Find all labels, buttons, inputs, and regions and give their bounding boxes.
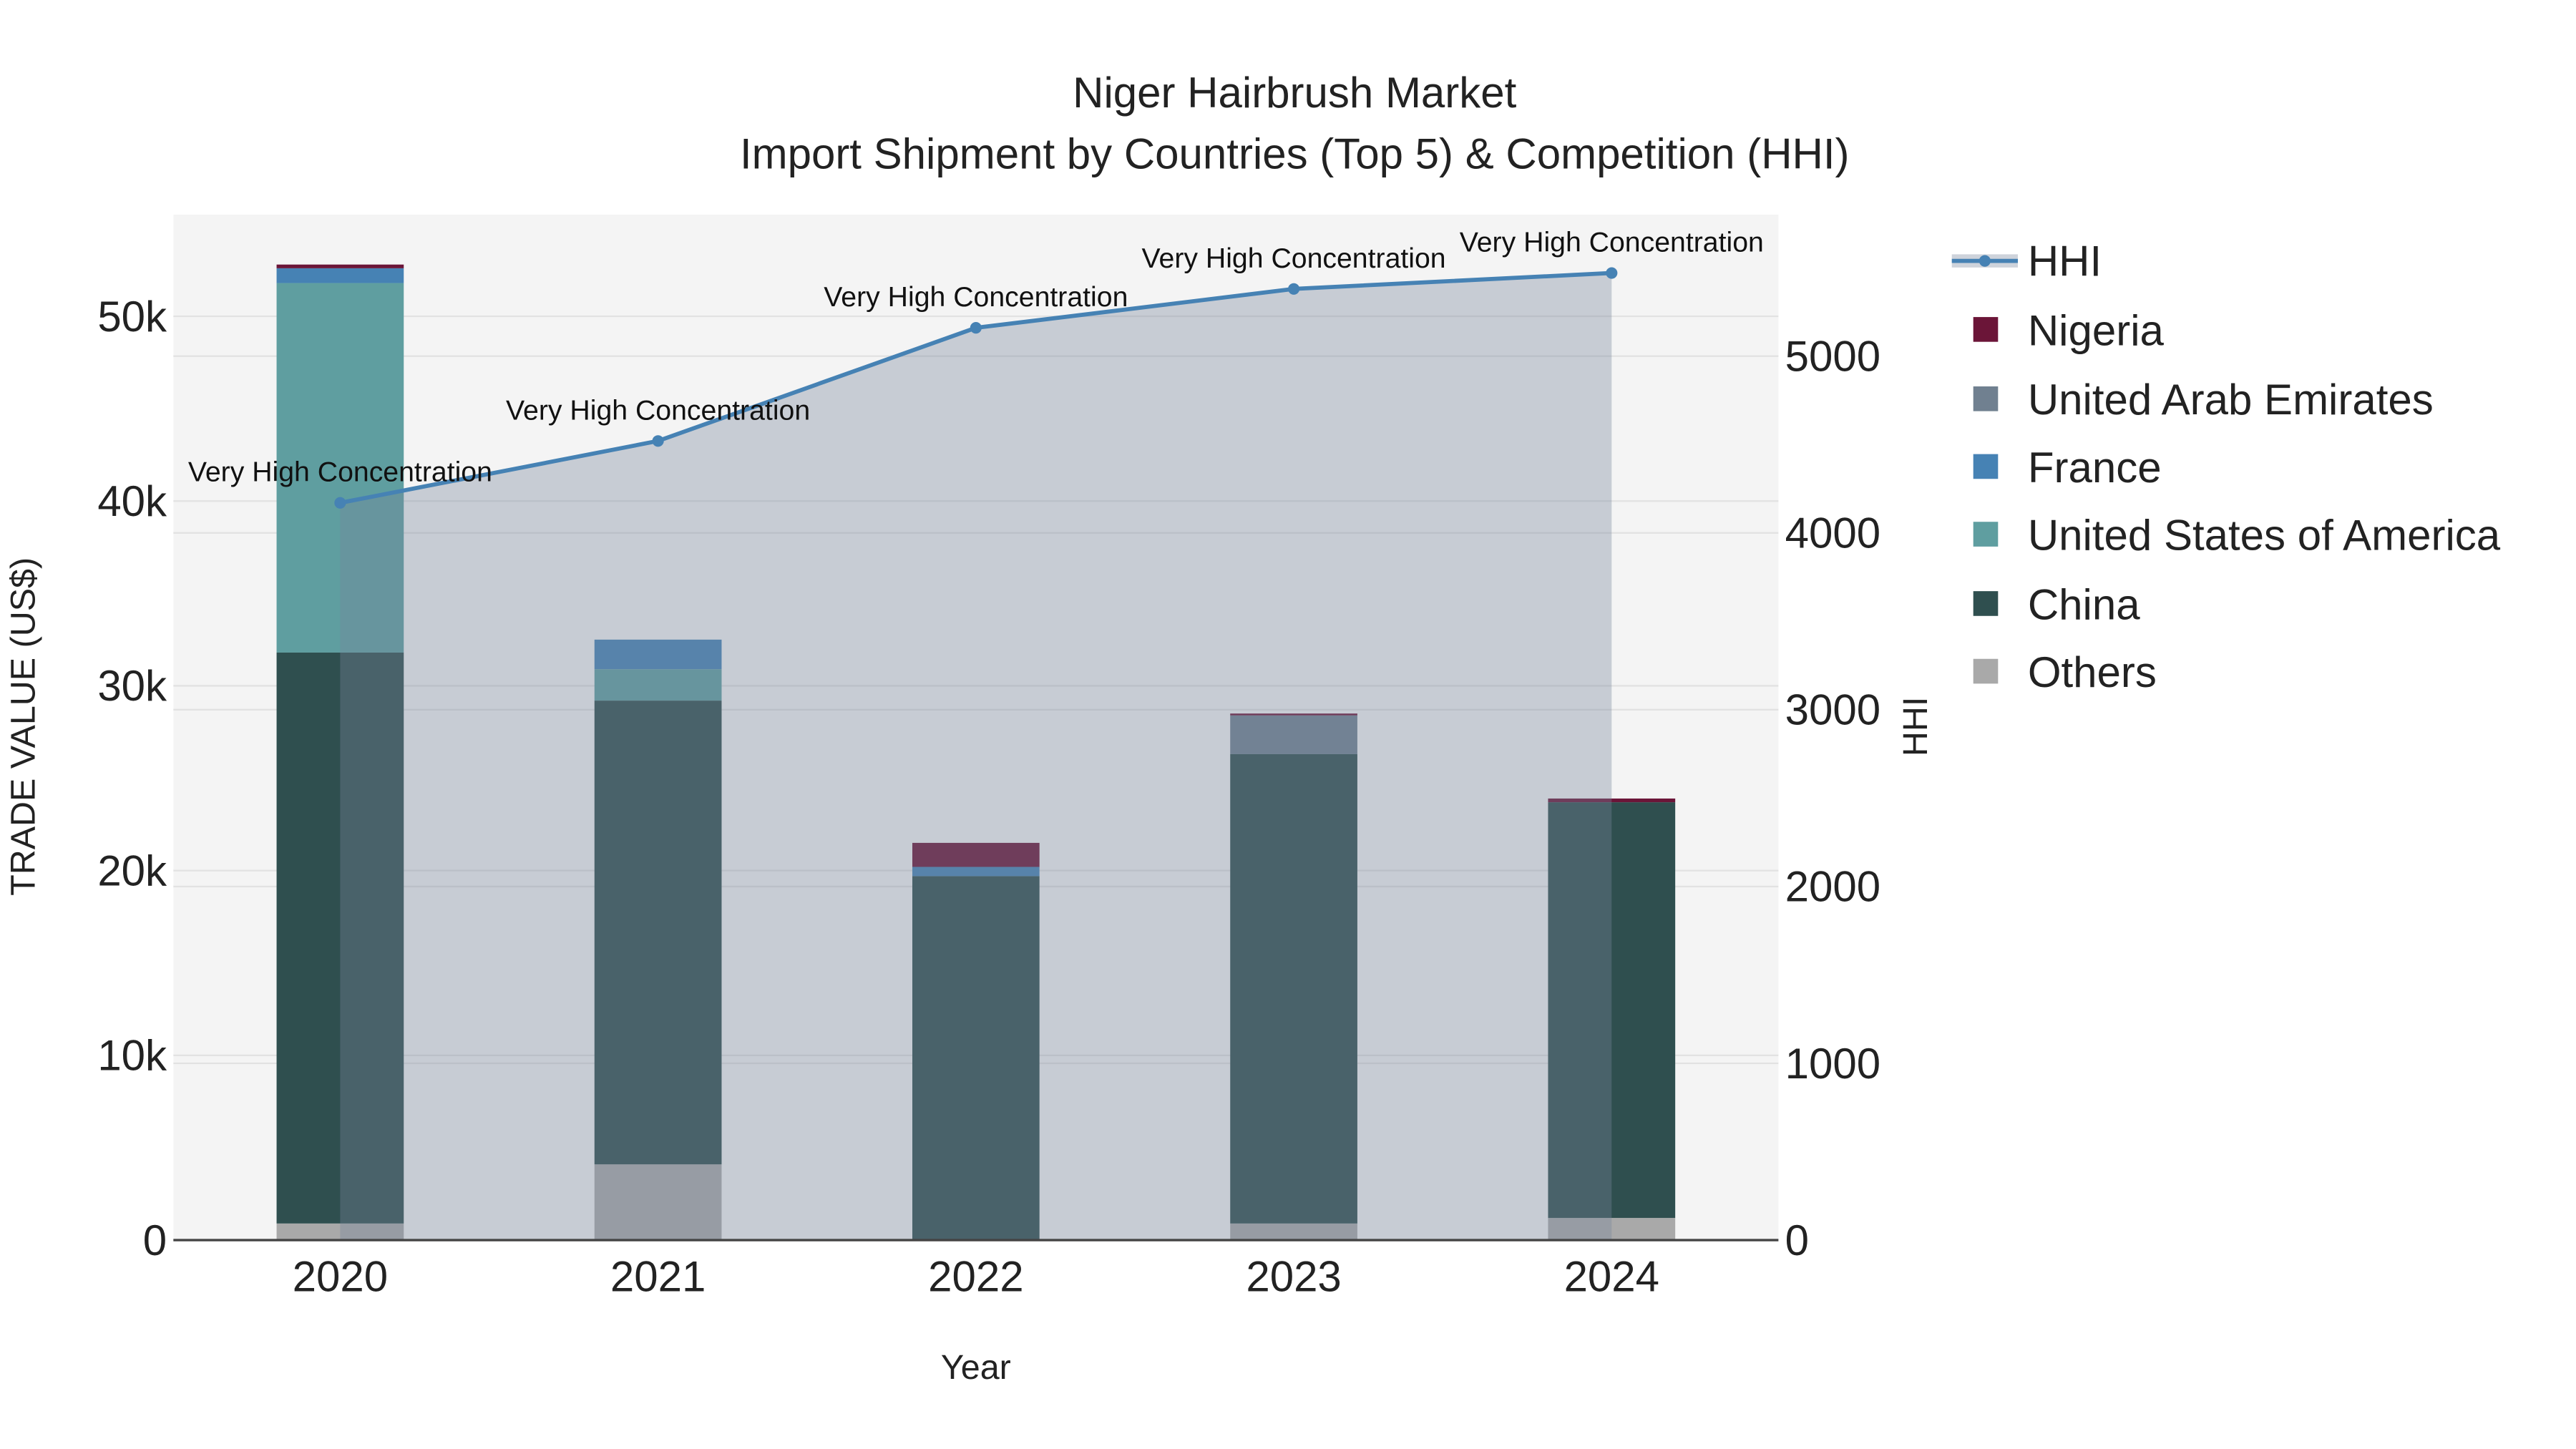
- legend-swatch: [1973, 591, 1999, 616]
- y-axis-title: TRADE VALUE (US$): [4, 557, 42, 896]
- y2-tick-label: 5000: [1785, 332, 1880, 380]
- legend-label: HHI: [2028, 237, 2102, 285]
- y2-tick-label: 2000: [1785, 863, 1880, 911]
- legend-swatch: [1973, 454, 1999, 479]
- y-tick-label: 20k: [97, 847, 167, 894]
- legend-swatch: [1973, 386, 1999, 411]
- legend-swatch: [1973, 522, 1999, 547]
- y2-tick-label: 4000: [1785, 509, 1880, 557]
- legend-label: Nigeria: [2028, 306, 2165, 354]
- x-axis-title: Year: [941, 1348, 1011, 1387]
- hhi-annotation: Very High Concentration: [824, 281, 1128, 313]
- hhi-point: [1288, 283, 1300, 295]
- y-tick-label: 40k: [97, 477, 167, 525]
- bar-france: [276, 268, 404, 283]
- y-tick-label: 10k: [97, 1032, 167, 1080]
- y2-tick-label: 0: [1785, 1216, 1809, 1264]
- x-tick-label: 2021: [610, 1253, 706, 1301]
- chart-subtitle: Import Shipment by Countries (Top 5) & C…: [740, 130, 1850, 177]
- x-tick-label: 2022: [928, 1253, 1023, 1301]
- y2-axis-title: HHI: [1896, 697, 1935, 756]
- legend-label: China: [2028, 580, 2140, 628]
- y2-tick-label: 1000: [1785, 1040, 1880, 1088]
- x-tick-label: 2024: [1564, 1253, 1659, 1301]
- hhi-annotation: Very High Concentration: [188, 457, 492, 488]
- y-tick-label: 30k: [97, 662, 167, 710]
- y-tick-label: 0: [143, 1216, 167, 1264]
- y-tick-label: 50k: [97, 293, 167, 341]
- x-tick-label: 2020: [293, 1253, 388, 1301]
- chart: Very High Concentration Very High Concent…: [4, 69, 2501, 1387]
- hhi-annotation: Very High Concentration: [1460, 227, 1764, 258]
- hhi-annotation: Very High Concentration: [506, 394, 810, 426]
- x-tick-label: 2023: [1246, 1253, 1341, 1301]
- legend-swatch: [1973, 317, 1999, 342]
- legend-label: Others: [2028, 648, 2157, 696]
- legend-swatch: [1973, 658, 1999, 684]
- hhi-point: [334, 497, 346, 509]
- hhi-point: [970, 322, 982, 334]
- bar-nigeria: [276, 264, 404, 268]
- hhi-point: [652, 435, 664, 447]
- hhi-point: [1606, 267, 1618, 279]
- chart-title: Niger Hairbrush Market: [1073, 69, 1517, 117]
- legend-label: France: [2028, 444, 2162, 492]
- y2-tick-label: 3000: [1785, 686, 1880, 734]
- legend-hhi-marker: [1979, 255, 1991, 267]
- legend: HHI Nigeria United Arab Emirates France Unit…: [1951, 237, 2501, 696]
- hhi-annotation: Very High Concentration: [1142, 243, 1446, 274]
- legend-label: United States of America: [2028, 511, 2501, 559]
- legend-label: United Arab Emirates: [2028, 376, 2434, 424]
